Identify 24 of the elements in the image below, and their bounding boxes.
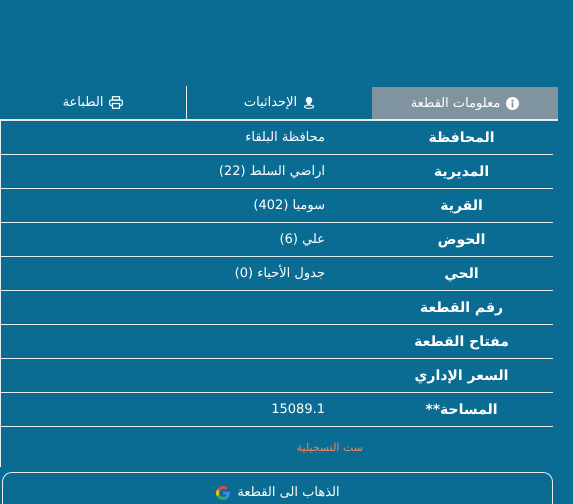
tab[interactable]: الإحداثيات	[186, 86, 372, 119]
info-icon	[506, 96, 520, 110]
field-value: سوميا (402)	[253, 198, 325, 213]
field-label: القرية	[439, 198, 484, 214]
go-to-plot-button[interactable]: الذهاب الى القطعة	[2, 472, 553, 504]
field-value: اراضي السلط (22)	[218, 164, 325, 179]
tab[interactable]: الطباعة	[0, 86, 186, 119]
field-label: رقم القطعة	[418, 300, 504, 316]
printer-icon	[109, 96, 124, 109]
field-label: الحوض	[436, 232, 486, 248]
field-label: الحي	[443, 266, 480, 282]
google-icon	[215, 484, 232, 500]
tab[interactable]: معلومات القطعة	[372, 87, 558, 119]
field-label: المديرية	[432, 164, 490, 180]
field-label: المساحة**	[424, 402, 499, 418]
location-pin-icon	[303, 96, 316, 109]
note-text: ست التسجيلية	[296, 440, 363, 454]
field-value: 15089.1	[271, 402, 325, 417]
field-value: علي (6)	[280, 232, 325, 247]
field-value: جدول الأحياء (0)	[234, 266, 325, 281]
field-label: المحافظة	[427, 130, 496, 146]
field-label: مفتاح القطعة	[413, 334, 510, 350]
field-label: السعر الإداري	[414, 368, 510, 384]
field-value: محافظة البلقاء	[245, 130, 325, 145]
